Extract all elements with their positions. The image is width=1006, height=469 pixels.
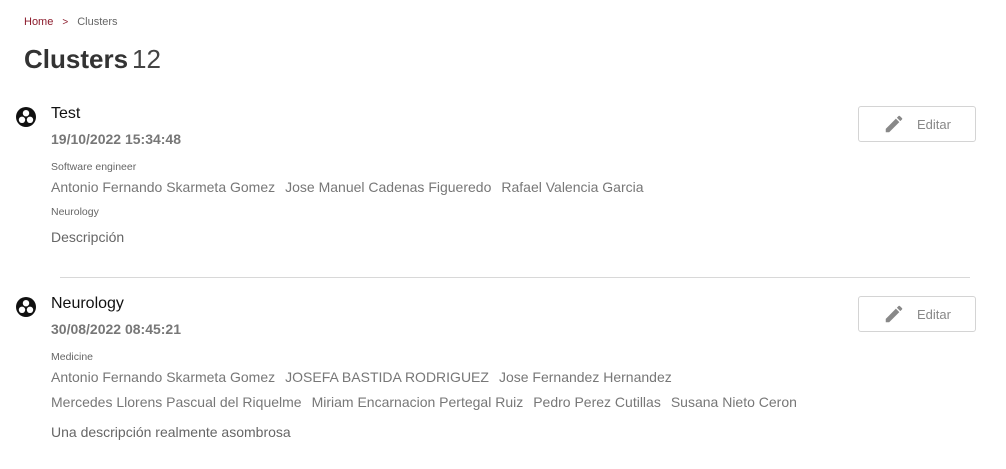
member: Susana Nieto Ceron	[670, 394, 797, 410]
member: Pedro Perez Cutillas	[533, 394, 661, 410]
bubble-chart-icon	[16, 297, 36, 317]
cluster-date: 30/08/2022 08:45:21	[51, 321, 181, 337]
cluster-members: Antonio Fernando Skarmeta Gomez JOSEFA BA…	[51, 369, 682, 385]
divider	[60, 277, 970, 278]
cluster-topic: Neurology	[51, 206, 99, 218]
cluster-name[interactable]: Neurology	[51, 295, 124, 313]
member: Miriam Encarnacion Pertegal Ruiz	[311, 394, 524, 410]
breadcrumb-home-link[interactable]: Home	[24, 16, 53, 28]
edit-button-label: Editar	[917, 116, 951, 132]
page-title-text: Clusters	[24, 44, 129, 74]
breadcrumb: Home > Clusters	[24, 16, 118, 28]
bubble-chart-icon	[16, 107, 36, 127]
cluster-category: Software engineer	[51, 161, 137, 173]
member: Antonio Fernando Skarmeta Gomez	[51, 369, 276, 385]
pencil-icon	[883, 303, 905, 325]
cluster-count: 12	[132, 44, 161, 74]
member: Antonio Fernando Skarmeta Gomez	[51, 179, 276, 195]
edit-button[interactable]: Editar	[858, 106, 976, 142]
cluster-category: Medicine	[51, 351, 94, 363]
member: Jose Manuel Cadenas Figueredo	[285, 179, 492, 195]
breadcrumb-separator: >	[62, 17, 69, 28]
cluster-description: Descripción	[51, 229, 125, 245]
cluster-description: Una descripción realmente asombrosa	[51, 424, 291, 440]
member: Rafael Valencia Garcia	[501, 179, 644, 195]
page-title: Clusters 12	[24, 44, 161, 75]
pencil-icon	[883, 113, 905, 135]
cluster-members: Antonio Fernando Skarmeta Gomez Jose Manu…	[51, 179, 654, 195]
member: JOSEFA BASTIDA RODRIGUEZ	[285, 369, 489, 385]
breadcrumb-current: Clusters	[77, 16, 118, 28]
edit-button[interactable]: Editar	[858, 296, 976, 332]
member: Mercedes Llorens Pascual del Riquelme	[51, 394, 302, 410]
edit-button-label: Editar	[917, 306, 951, 322]
cluster-date: 19/10/2022 15:34:48	[51, 131, 181, 147]
cluster-name[interactable]: Test	[51, 105, 80, 123]
member: Jose Fernandez Hernandez	[498, 369, 672, 385]
cluster-members: Mercedes Llorens Pascual del Riquelme Mir…	[51, 394, 807, 410]
